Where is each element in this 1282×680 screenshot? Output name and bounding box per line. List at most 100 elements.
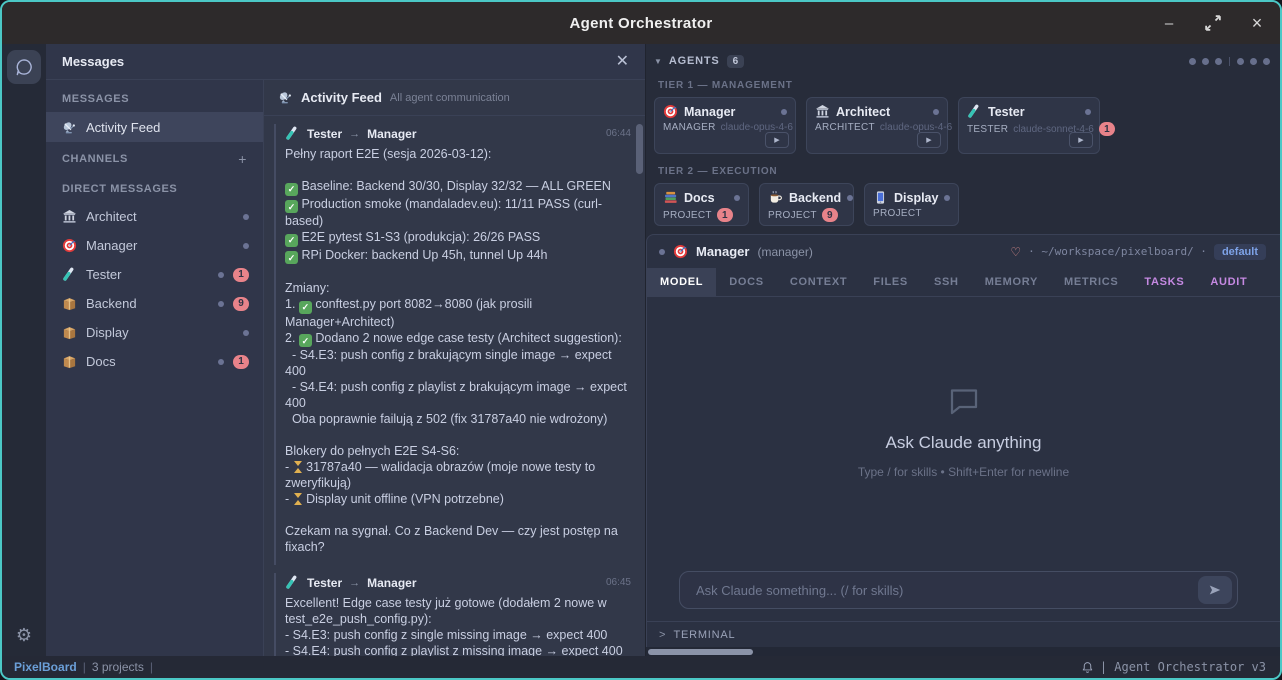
settings-gear-icon[interactable]: ⚙ [16,625,32,646]
unread-badge: 1 [1099,122,1115,136]
tab-tasks[interactable]: TASKS [1131,268,1197,296]
messages-rail-button[interactable] [7,50,41,84]
dm-item-docs[interactable]: Docs 1 [46,347,263,376]
agent-card-display[interactable]: Display PROJECT [864,183,959,226]
agent-card-docs[interactable]: Docs PROJECT 1 [654,183,749,226]
tab-ssh[interactable]: SSH [921,268,972,296]
tab-docs[interactable]: DOCS [716,268,777,296]
agent-card-tester[interactable]: Tester TESTER claude-sonnet-4-6 1 ▶ [958,97,1100,154]
collapse-chevron-icon: ▼ [654,57,662,66]
books-icon [663,190,678,205]
dm-label: Display [86,325,129,340]
conversation-list: MESSAGES Activity Feed CHANNELS + DIRECT… [46,80,264,656]
horizontal-scrollbar[interactable] [646,647,1280,656]
agent-card-name: Display [894,191,938,205]
tier1-cards: Manager MANAGER claude-opus-4-6 ▶ Archit… [654,97,1270,154]
message-to: Manager [367,127,416,141]
package-icon [62,296,77,311]
satellite-icon [278,90,293,105]
coffee-icon [768,190,783,205]
add-channel-button[interactable]: + [238,151,247,167]
agents-section: ▼ AGENTS 6 TIER 1 — MANAGEMENT Manager M… [646,44,1280,226]
tab-memory[interactable]: MEMORY [972,268,1051,296]
speech-bubble-icon [946,383,982,417]
agent-card-architect[interactable]: Architect ARCHITECT claude-opus-4-6 ▶ [806,97,948,154]
presence-dot [243,330,249,336]
agent-role: ARCHITECT [815,122,875,133]
statusbar-version: | Agent Orchestrator v3 [1100,660,1266,674]
close-button[interactable]: × [1246,12,1268,34]
channels-section-label: CHANNELS + [46,142,263,174]
arrow-icon: → [349,128,360,140]
title-bar: Agent Orchestrator – × [2,2,1280,44]
unread-badge: 1 [233,355,249,369]
agent-card-name: Manager [684,105,735,119]
dm-item-tester[interactable]: Tester 1 [46,260,263,289]
maximize-icon[interactable] [1202,12,1224,34]
bell-icon[interactable] [1081,661,1094,674]
terminal-toggle[interactable]: > TERMINAL [647,621,1280,647]
send-button[interactable] [1198,576,1232,604]
agent-card-name: Docs [684,191,715,205]
message-body: Pełny raport E2E (sesja 2026-03-12): ✓ B… [285,146,631,555]
agent-card-manager[interactable]: Manager MANAGER claude-opus-4-6 ▶ [654,97,796,154]
feed-scrollbar[interactable] [636,120,643,652]
presence-dot [218,359,224,365]
activity-feed-panel: Activity Feed All agent communication Te… [264,80,645,656]
tab-metrics[interactable]: METRICS [1051,268,1131,296]
target-icon [673,244,688,259]
activity-rail: ⚙ [2,44,46,656]
package-icon [62,325,77,340]
presence-dot [847,195,853,201]
dm-item-backend[interactable]: Backend 9 [46,289,263,318]
nav-item-activity-feed[interactable]: Activity Feed [46,112,263,142]
empty-state: Ask Claude anything Type / for skills • … [647,297,1280,565]
message-time: 06:45 [606,577,631,588]
feed-message: Tester → Manager 06:44 Pełny raport E2E … [274,124,631,565]
start-agent-button[interactable]: ▶ [917,132,941,148]
presence-dot [1085,109,1091,115]
statusbar-projects: 3 projects [92,660,144,674]
statusbar-separator: | [150,660,153,674]
unread-badge: 9 [822,208,838,222]
dm-item-display[interactable]: Display [46,318,263,347]
test-tube-icon [62,267,77,282]
agents-count-badge: 6 [727,55,745,68]
presence-dot [218,301,224,307]
statusbar-separator: | [83,660,86,674]
minimize-button[interactable]: – [1158,12,1180,34]
tab-files[interactable]: FILES [860,268,921,296]
ask-input[interactable] [694,582,1198,599]
start-agent-button[interactable]: ▶ [765,132,789,148]
dm-item-manager[interactable]: Manager [46,231,263,260]
target-icon [663,104,678,119]
tier2-label: TIER 2 — EXECUTION [658,166,1270,177]
dm-label: Architect [86,209,137,224]
presence-dot [944,195,950,201]
package-icon [62,354,77,369]
phone-icon [873,190,888,205]
arrow-icon: → [349,577,360,589]
right-panel: ▼ AGENTS 6 TIER 1 — MANAGEMENT Manager M… [646,44,1280,656]
feed-message: Tester → Manager 06:45 Excellent! Edge c… [274,573,631,656]
dm-item-architect[interactable]: Architect [46,202,263,231]
tab-model[interactable]: MODEL [647,268,716,296]
dm-label: Backend [86,296,137,311]
agent-card-name: Tester [988,105,1025,119]
tier1-label: TIER 1 — MANAGEMENT [658,80,1270,91]
tier2-cards: Docs PROJECT 1 Backend PROJECT 9 Display… [654,183,1270,226]
tab-context[interactable]: CONTEXT [777,268,860,296]
dm-label: Tester [86,267,121,282]
tab-audit[interactable]: AUDIT [1197,268,1260,296]
message-time: 06:44 [606,128,631,139]
agent-card-name: Backend [789,191,841,205]
agent-card-backend[interactable]: Backend PROJECT 9 [759,183,854,226]
close-icon[interactable]: ✕ [616,54,629,70]
start-agent-button[interactable]: ▶ [1069,132,1093,148]
agents-header[interactable]: ▼ AGENTS 6 [654,50,1270,72]
content-area: ⚙ Messages ✕ MESSAGES Activity Feed CHAN… [2,44,1280,656]
presence-dot [243,243,249,249]
agent-status-dots [1189,57,1270,66]
session-badge[interactable]: default [1214,244,1266,260]
workspace-path: · ~/workspace/pixelboard/ · [1028,245,1207,258]
